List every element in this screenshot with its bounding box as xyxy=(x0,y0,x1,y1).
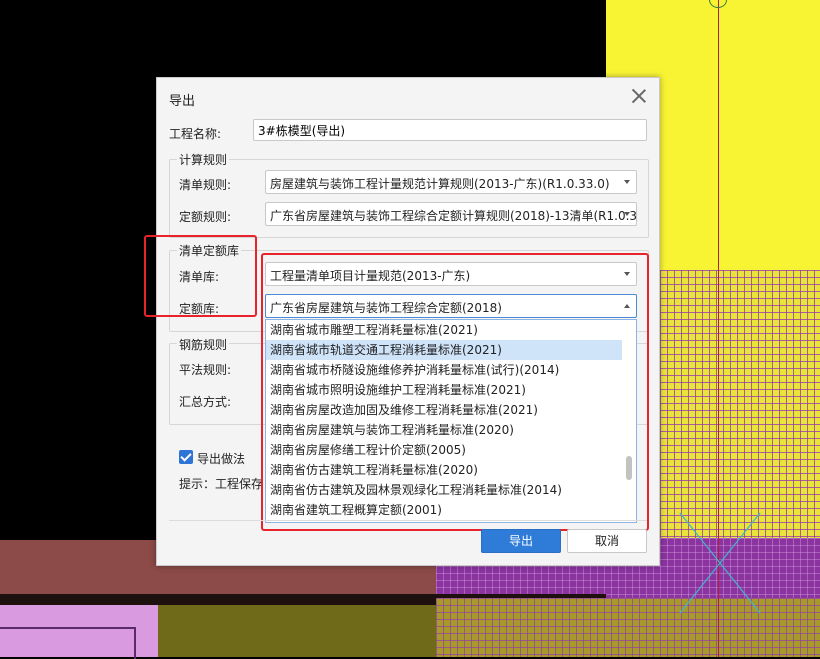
project-name-input[interactable] xyxy=(253,119,647,141)
chevron-down-icon xyxy=(624,180,630,184)
rebar-method-label: 平法规则: xyxy=(179,363,232,377)
bill-rule-value: 房屋建筑与装饰工程计量规范计算规则(2013-广东)(R1.0.33.0) xyxy=(270,177,610,191)
calc-rules-title: 计算规则 xyxy=(177,151,230,168)
quota-rule-value: 广东省房屋建筑与装饰工程综合定额计算规则(2018)-13清单(R1.0.33.… xyxy=(270,209,637,223)
export-dialog: 导出 工程名称: 计算规则 清单规则: 房屋建筑与装饰工程计量规范计算规则(20… xyxy=(144,77,660,566)
cancel-button[interactable]: 取消 xyxy=(567,529,647,553)
quota-rule-label: 定额规则: xyxy=(179,210,232,224)
chevron-down-icon xyxy=(624,212,630,216)
dialog-title: 导出 xyxy=(169,94,196,109)
tip-text: 提示：工程保存 xyxy=(179,477,264,491)
bill-rule-select[interactable]: 房屋建筑与装饰工程计量规范计算规则(2013-广东)(R1.0.33.0) xyxy=(265,170,637,194)
rebar-summary-label: 汇总方式: xyxy=(179,395,232,409)
export-method-checkbox[interactable] xyxy=(179,450,193,464)
annotation-box-dropdowns xyxy=(261,253,649,531)
annotation-box-labels xyxy=(144,235,257,317)
rebar-title: 钢筋规则 xyxy=(177,336,230,353)
cad-pink-outline xyxy=(0,627,136,659)
project-name-label: 工程名称: xyxy=(169,127,222,141)
quota-rule-select[interactable]: 广东省房屋建筑与装饰工程综合定额计算规则(2018)-13清单(R1.0.33.… xyxy=(265,202,637,226)
cad-olive-region xyxy=(158,605,438,657)
close-icon[interactable] xyxy=(631,88,647,104)
bill-rule-label: 清单规则: xyxy=(179,178,232,192)
export-button[interactable]: 导出 xyxy=(481,529,561,553)
export-method-label: 导出做法 xyxy=(197,452,246,466)
footer-separator xyxy=(169,520,647,521)
cad-cross-marker xyxy=(679,512,761,614)
